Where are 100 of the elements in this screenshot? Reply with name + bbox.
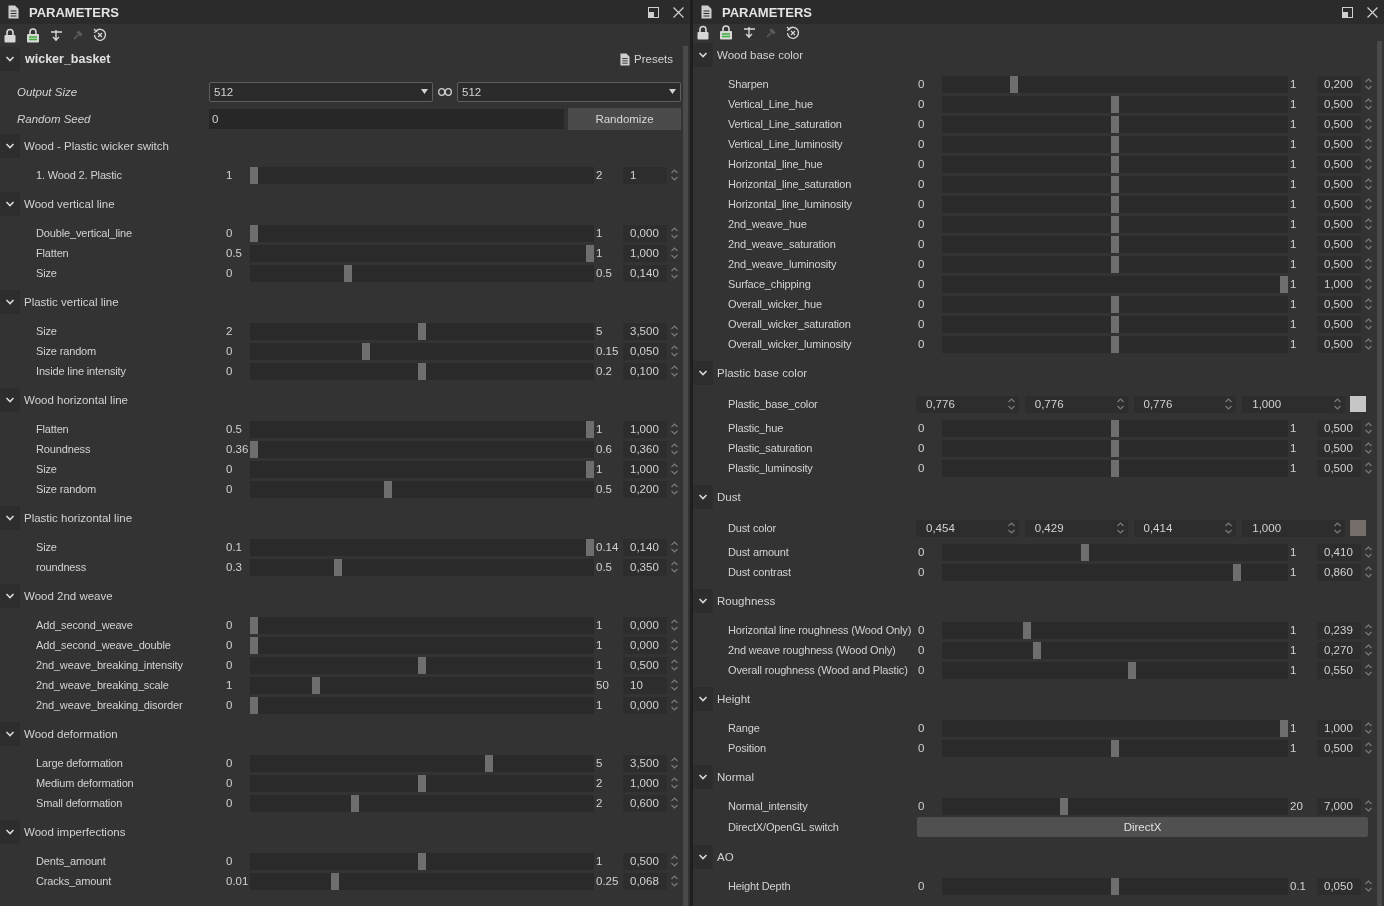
slider-track[interactable] <box>942 739 1288 757</box>
link-icon[interactable] <box>438 87 452 96</box>
slider-thumb[interactable] <box>418 656 426 674</box>
slider-thumb[interactable] <box>1111 459 1119 477</box>
slider-track[interactable] <box>250 754 594 772</box>
value-field[interactable]: 1,000 <box>1317 719 1361 737</box>
value-field[interactable]: 0,454 <box>926 522 955 534</box>
slider-thumb[interactable] <box>1111 135 1119 153</box>
spinner-icon[interactable] <box>1363 663 1373 677</box>
value-field[interactable]: 0,500 <box>623 852 667 870</box>
close-icon[interactable] <box>673 6 684 18</box>
slider-track[interactable] <box>250 558 594 576</box>
slider-track[interactable] <box>250 420 594 438</box>
slider-thumb[interactable] <box>250 166 258 184</box>
slider-thumb[interactable] <box>1127 661 1136 679</box>
slider-thumb[interactable] <box>1111 295 1119 313</box>
value-field[interactable]: 0,000 <box>623 696 667 714</box>
value-field[interactable]: 0,500 <box>1317 235 1361 253</box>
spinner-icon[interactable] <box>669 168 679 182</box>
spinner-icon[interactable] <box>669 442 679 456</box>
slider-track[interactable] <box>250 852 594 870</box>
slider-thumb[interactable] <box>418 774 426 792</box>
slider-thumb[interactable] <box>586 460 594 478</box>
slider-track[interactable] <box>942 661 1288 679</box>
spinner-icon[interactable] <box>1363 565 1373 579</box>
spinner-icon[interactable] <box>1363 643 1373 657</box>
slider-thumb[interactable] <box>250 616 258 634</box>
value-field[interactable]: 0,414 <box>1143 522 1173 534</box>
slider-track[interactable] <box>250 676 594 694</box>
value-field[interactable]: 0,500 <box>1317 315 1361 333</box>
spinner-icon[interactable] <box>669 462 679 476</box>
caret-icon[interactable] <box>669 89 676 94</box>
slider-track[interactable] <box>250 224 594 242</box>
slider-track[interactable] <box>942 877 1288 895</box>
slider-track[interactable] <box>942 543 1288 561</box>
spinner-icon[interactable] <box>1363 157 1373 171</box>
value-field[interactable]: 0,239 <box>1317 621 1361 639</box>
value-field[interactable]: 0,000 <box>623 636 667 654</box>
slider-thumb[interactable] <box>311 676 320 694</box>
lock-sync-icon[interactable] <box>26 27 40 43</box>
slider-thumb[interactable] <box>1111 155 1119 173</box>
spinner-icon[interactable] <box>1115 397 1125 411</box>
value-field[interactable]: 1,000 <box>1317 275 1361 293</box>
slider-track[interactable] <box>250 342 594 360</box>
slider-thumb[interactable] <box>418 852 426 870</box>
color-swatch[interactable] <box>1350 396 1366 412</box>
value-field[interactable]: 0,429 <box>1034 522 1064 534</box>
slider-thumb[interactable] <box>344 264 353 282</box>
spinner-icon[interactable] <box>1363 441 1373 455</box>
slider-track[interactable] <box>942 95 1288 113</box>
slider-thumb[interactable] <box>1111 255 1119 273</box>
slider-thumb[interactable] <box>1280 719 1288 737</box>
value-field[interactable]: 0,500 <box>1317 295 1361 313</box>
slider-track[interactable] <box>250 794 594 812</box>
value-field[interactable]: 1,000 <box>1252 522 1282 534</box>
slider-track[interactable] <box>250 244 594 262</box>
slider-thumb[interactable] <box>485 754 494 772</box>
spinner-icon[interactable] <box>669 618 679 632</box>
spinner-icon[interactable] <box>1363 237 1373 251</box>
reset-icon[interactable] <box>93 28 107 42</box>
branch-icon[interactable] <box>743 26 756 39</box>
slider-thumb[interactable] <box>384 480 393 498</box>
spinner-icon[interactable] <box>1363 117 1373 131</box>
spinner-icon[interactable] <box>1333 521 1342 535</box>
slider-thumb[interactable] <box>586 244 594 262</box>
spinner-icon[interactable] <box>1363 137 1373 151</box>
slider-track[interactable] <box>942 621 1288 639</box>
slider-thumb[interactable] <box>1060 797 1069 815</box>
slider-thumb[interactable] <box>1022 621 1031 639</box>
slider-thumb[interactable] <box>1111 419 1119 437</box>
value-field[interactable]: 1,000 <box>623 244 667 262</box>
caret-icon[interactable] <box>421 89 428 94</box>
spinner-icon[interactable] <box>1363 277 1373 291</box>
spinner-icon[interactable] <box>669 658 679 672</box>
spinner-icon[interactable] <box>669 422 679 436</box>
slider-track[interactable] <box>250 166 594 184</box>
value-field[interactable]: 0,100 <box>623 362 667 380</box>
slider-thumb[interactable] <box>1111 175 1119 193</box>
chevron-icon[interactable] <box>0 134 20 158</box>
value-field[interactable]: 0,270 <box>1317 641 1361 659</box>
chevron-icon[interactable] <box>0 388 20 412</box>
value-field[interactable]: 0,500 <box>1317 439 1361 457</box>
slider-track[interactable] <box>942 295 1288 313</box>
slider-thumb[interactable] <box>1111 195 1119 213</box>
value-field[interactable]: 0,500 <box>1317 419 1361 437</box>
chevron-icon[interactable] <box>0 290 20 314</box>
restore-window-icon[interactable] <box>1342 6 1353 18</box>
value-field[interactable]: 0,860 <box>1317 563 1361 581</box>
spinner-icon[interactable] <box>669 540 679 554</box>
value-field[interactable]: 0,500 <box>1317 459 1361 477</box>
spinner-icon[interactable] <box>669 698 679 712</box>
value-field[interactable]: 0,140 <box>623 264 667 282</box>
slider-thumb[interactable] <box>1111 439 1119 457</box>
size-dropdown[interactable]: 512 <box>209 81 433 102</box>
chevron-icon[interactable] <box>693 589 713 613</box>
value-field[interactable]: 0,410 <box>1317 543 1361 561</box>
value-field[interactable]: 0,068 <box>623 872 667 890</box>
slider-track[interactable] <box>250 322 594 340</box>
slider-thumb[interactable] <box>418 322 426 340</box>
value-field[interactable]: 0,500 <box>1317 195 1361 213</box>
